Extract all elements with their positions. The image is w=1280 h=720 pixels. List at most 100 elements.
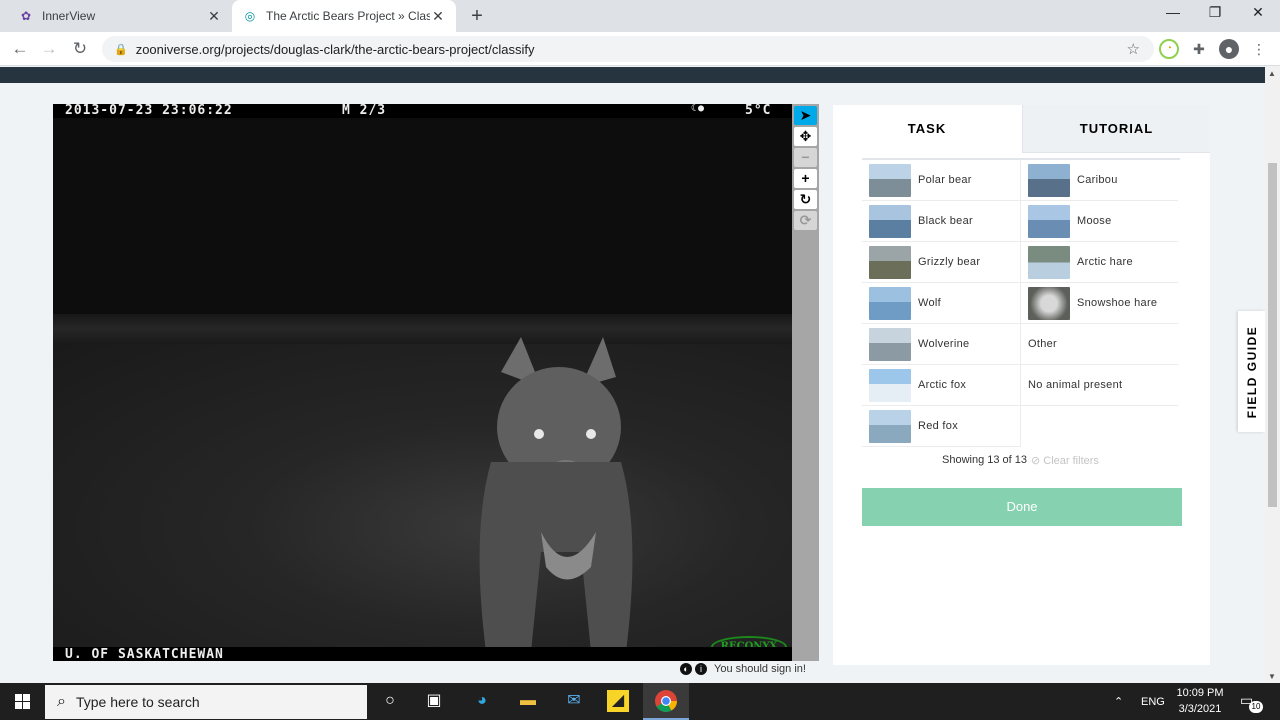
back-icon[interactable]: ← bbox=[9, 38, 31, 60]
restore-icon[interactable]: ❐ bbox=[1203, 4, 1227, 26]
page-content: 2013-07-23 23:06:22 M 2/3 ☾● 5°C RECONYX… bbox=[0, 67, 1265, 683]
contrast-icon[interactable]: ◐ bbox=[680, 663, 692, 675]
windows-logo-icon bbox=[15, 694, 30, 709]
notification-count: 10 bbox=[1249, 701, 1263, 713]
bookmark-star-icon[interactable]: ☆ bbox=[1127, 40, 1140, 58]
wolf-figure bbox=[479, 337, 633, 652]
close-window-icon[interactable]: ✕ bbox=[1246, 4, 1270, 26]
zoom-out-icon[interactable]: − bbox=[794, 148, 817, 167]
tab-tutorial[interactable]: TUTORIAL bbox=[1022, 105, 1210, 153]
camera-credit: U. OF SASKATCHEWAN bbox=[53, 647, 792, 661]
sticky-notes-icon[interactable]: ◢ bbox=[607, 690, 629, 712]
chrome-taskbar-item[interactable] bbox=[643, 683, 689, 720]
done-button[interactable]: Done bbox=[862, 488, 1182, 526]
signin-notice: ◐ i You should sign in! bbox=[680, 663, 806, 675]
choice-label: Caribou bbox=[1077, 174, 1118, 186]
pointer-tool-icon[interactable]: ➤ bbox=[794, 106, 817, 125]
chrome-icon bbox=[655, 690, 677, 712]
address-bar[interactable]: 🔒 zooniverse.org/projects/douglas-clark/… bbox=[102, 36, 1154, 62]
moose-thumbnail bbox=[1028, 204, 1070, 238]
reload-icon[interactable]: ↻ bbox=[69, 38, 91, 60]
menu-kebab-icon[interactable]: ⋮ bbox=[1249, 39, 1269, 59]
minimize-icon[interactable]: — bbox=[1161, 4, 1185, 26]
clock-date: 3/3/2021 bbox=[1178, 703, 1222, 715]
choice-other[interactable]: Other bbox=[1020, 324, 1178, 365]
clear-filters-button[interactable]: ⊘ Clear filters bbox=[1031, 454, 1099, 467]
choice-label: Red fox bbox=[918, 420, 959, 432]
edge-icon[interactable]: ◕ bbox=[469, 688, 495, 714]
close-tab-icon[interactable]: ✕ bbox=[206, 8, 222, 25]
site-header-bar bbox=[0, 67, 1265, 83]
choice-grizzly-bear[interactable]: Grizzly bear bbox=[862, 242, 1020, 283]
reset-icon[interactable]: ⟳ bbox=[794, 211, 817, 230]
forward-icon[interactable]: → bbox=[38, 38, 60, 60]
cortana-icon[interactable]: ○ bbox=[377, 688, 403, 714]
choice-label: Polar bear bbox=[918, 174, 972, 186]
species-choices: Polar bear Black bear Grizzly bear Wolf … bbox=[862, 158, 1180, 447]
panel-tabs: TASK TUTORIAL bbox=[833, 105, 1210, 153]
info-icon[interactable]: i bbox=[695, 663, 707, 675]
choice-label: Black bear bbox=[918, 215, 973, 227]
choice-arctic-hare[interactable]: Arctic hare bbox=[1020, 242, 1178, 283]
grizzly-bear-thumbnail bbox=[869, 245, 911, 279]
taskbar-clock[interactable]: 10:09 PM 3/3/2021 bbox=[1170, 685, 1230, 717]
start-button[interactable] bbox=[0, 683, 45, 720]
rotate-icon[interactable]: ↻ bbox=[794, 190, 817, 209]
choice-black-bear[interactable]: Black bear bbox=[862, 201, 1020, 242]
field-guide-button[interactable]: FIELD GUIDE bbox=[1238, 311, 1265, 432]
notification-center-icon[interactable]: ▭ 10 bbox=[1240, 692, 1263, 713]
choice-wolf[interactable]: Wolf bbox=[862, 283, 1020, 324]
tab-title: The Arctic Bears Project » Classify bbox=[266, 9, 430, 23]
wolverine-thumbnail bbox=[869, 327, 911, 361]
wolf-thumbnail bbox=[869, 286, 911, 320]
moon-phase-icon: ☾● bbox=[691, 104, 706, 114]
clock-time: 10:09 PM bbox=[1176, 687, 1224, 699]
profile-avatar-icon[interactable]: ● bbox=[1219, 39, 1239, 59]
camera-timestamp-bar: 2013-07-23 23:06:22 M 2/3 ☾● 5°C bbox=[53, 104, 792, 118]
choice-moose[interactable]: Moose bbox=[1020, 201, 1178, 242]
zoom-in-icon[interactable]: + bbox=[794, 169, 817, 188]
choice-polar-bear[interactable]: Polar bear bbox=[862, 160, 1020, 201]
close-tab-icon[interactable]: ✕ bbox=[430, 8, 446, 25]
scroll-thumb[interactable] bbox=[1268, 163, 1277, 507]
showing-count: Showing 13 of 13 bbox=[942, 454, 1028, 466]
browser-tab-strip: ✿ InnerView ✕ ◎ The Arctic Bears Project… bbox=[0, 0, 1280, 32]
taskbar-search-box[interactable]: ⌕ Type here to search bbox=[45, 685, 367, 719]
choice-caribou[interactable]: Caribou bbox=[1020, 160, 1178, 201]
subject-image[interactable]: 2013-07-23 23:06:22 M 2/3 ☾● 5°C RECONYX… bbox=[53, 104, 792, 661]
windows-taskbar: ⌕ Type here to search ○ ▣ ◕ ▬ ✉ ◢ ⌃ ENG … bbox=[0, 683, 1280, 720]
language-indicator[interactable]: ENG bbox=[1141, 683, 1165, 720]
scroll-down-icon[interactable]: ▼ bbox=[1268, 672, 1276, 681]
puzzle-extensions-icon[interactable]: ✚ bbox=[1189, 39, 1209, 59]
signin-text: You should sign in! bbox=[714, 663, 806, 675]
choice-label: Other bbox=[1028, 338, 1058, 350]
choice-wolverine[interactable]: Wolverine bbox=[862, 324, 1020, 365]
extension-icon[interactable]: ◔ bbox=[1159, 39, 1179, 59]
choice-arctic-fox[interactable]: Arctic fox bbox=[862, 365, 1020, 406]
tab-task[interactable]: TASK bbox=[833, 105, 1021, 153]
choice-label: Snowshoe hare bbox=[1077, 297, 1158, 309]
choice-red-fox[interactable]: Red fox bbox=[862, 406, 1020, 447]
page-scrollbar[interactable]: ▲ ▼ bbox=[1265, 67, 1280, 683]
task-view-icon[interactable]: ▣ bbox=[421, 688, 447, 714]
choice-snowshoe-hare[interactable]: Snowshoe hare bbox=[1020, 283, 1178, 324]
new-tab-button[interactable]: + bbox=[466, 5, 488, 27]
tab-innerview[interactable]: ✿ InnerView ✕ bbox=[8, 0, 232, 32]
tray-chevron-icon[interactable]: ⌃ bbox=[1114, 683, 1123, 720]
move-tool-icon[interactable]: ✥ bbox=[794, 127, 817, 146]
tab-arctic-bears[interactable]: ◎ The Arctic Bears Project » Classify ✕ bbox=[232, 0, 456, 32]
column-divider bbox=[1020, 406, 1021, 447]
innerview-favicon-icon: ✿ bbox=[20, 9, 32, 23]
url-text: zooniverse.org/projects/douglas-clark/th… bbox=[135, 41, 535, 57]
choice-label: No animal present bbox=[1028, 379, 1123, 391]
black-bear-thumbnail bbox=[869, 204, 911, 238]
scroll-up-icon[interactable]: ▲ bbox=[1268, 69, 1276, 78]
arctic-hare-thumbnail bbox=[1028, 245, 1070, 279]
snowshoe-hare-thumbnail bbox=[1028, 286, 1070, 320]
camera-temperature: 5°C bbox=[745, 104, 772, 118]
choice-no-animal[interactable]: No animal present bbox=[1020, 365, 1178, 406]
file-explorer-icon[interactable]: ▬ bbox=[515, 688, 541, 714]
red-fox-thumbnail bbox=[869, 409, 911, 443]
mail-icon[interactable]: ✉ bbox=[561, 688, 587, 714]
choice-label: Wolf bbox=[918, 297, 942, 309]
